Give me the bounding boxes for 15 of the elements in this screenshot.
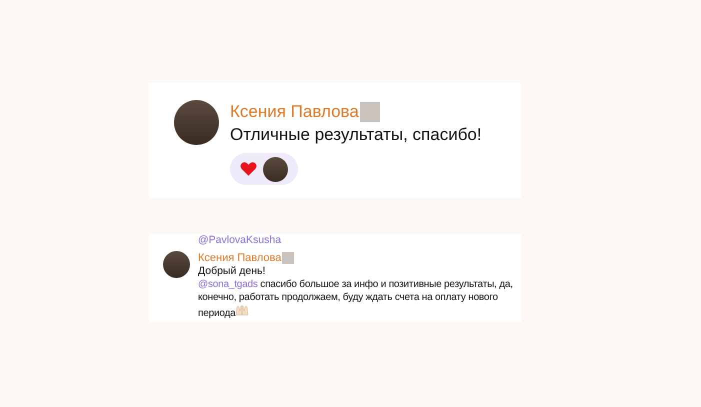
avatar [263,156,288,182]
raised-hands-icon [235,304,250,316]
heart-icon [240,160,257,178]
avatar [163,251,190,278]
reaction-pill[interactable] [230,153,298,185]
message-text: Добрый день! [198,265,266,278]
mention-link[interactable]: @sona_tgads [198,279,258,290]
quoted-username: @PavlovaKsusha [198,234,282,246]
photo-placeholder [282,252,294,264]
message-text: Отличные результаты, спасибо! [230,124,482,146]
photo-placeholder [360,102,380,122]
author-name: Ксения Павлова [198,251,282,265]
avatar [174,100,219,145]
message-text: @sona_tgads спасибо большое за инфо и позитивные результаты, да, конечно, работать продолжаем, буду ждать счета на оплату нового периода [198,278,514,320]
author-name: Ксения Павлова [230,101,359,123]
